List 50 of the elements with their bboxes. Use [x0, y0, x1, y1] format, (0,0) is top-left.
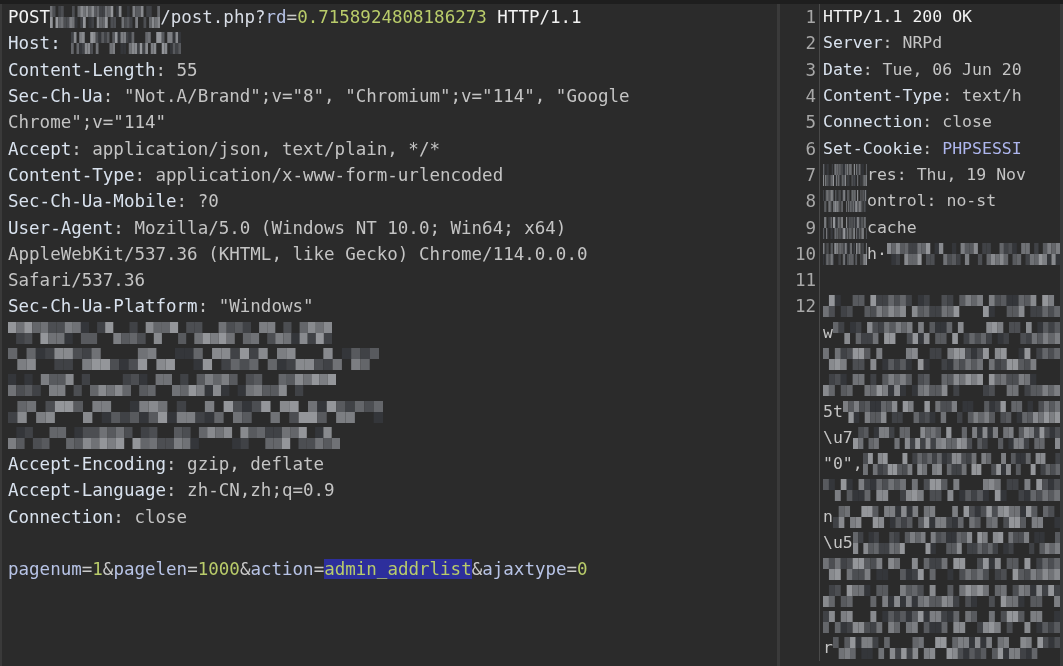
code-text: Content-Type: text/h [823, 85, 1022, 108]
code-text: res: Thu, 19 Nov [867, 163, 1026, 186]
code-text: w [823, 321, 833, 344]
code-text: r [823, 637, 833, 660]
code-text: Accept-Language: zh-CN,zh;q=0.9 [8, 479, 335, 502]
code-text: Content-Type: application/x-www-form-urlencoded [8, 163, 504, 186]
code-text: /post.php?rd=0.7158924808186273 HTTP/1.1 [160, 6, 582, 29]
code-text: Date: Tue, 06 Jun 20 [823, 58, 1022, 81]
line-number: 9 [805, 216, 816, 239]
code-text: Connection: close [8, 505, 188, 528]
redacted-block [823, 216, 867, 239]
code-text: POST [8, 6, 51, 29]
code-text: \u7 [823, 426, 853, 449]
code-text: Sec-Ch-Ua-Platform: "Windows" [8, 295, 314, 318]
code-text: "0", [823, 453, 863, 476]
code-text: 5t [823, 400, 843, 423]
redacted-block [823, 190, 867, 213]
code-text: Host: [8, 32, 62, 55]
code-text: Accept: application/json, text/plain, */* [8, 137, 440, 160]
redacted-block [823, 163, 867, 186]
code-text: \u5 [823, 532, 853, 555]
line-number: 5 [805, 111, 816, 134]
line-number: 3 [805, 58, 816, 81]
line-number: 2 [805, 32, 816, 55]
line-number: 8 [805, 190, 816, 213]
line-number: 6 [805, 137, 816, 160]
code-text: ontrol: no-st [867, 190, 997, 213]
code-text: pagenum=1&pagelen=1000&action=admin_addrlist&ajaxtype=0 [8, 558, 588, 581]
code-text: Sec-Ch-Ua-Mobile: ?0 [8, 190, 219, 213]
code-text: Chrome";v="114" [8, 111, 167, 134]
line-number: 10 [794, 242, 816, 265]
code-text: Connection: close [823, 111, 992, 134]
code-text: h· [867, 242, 887, 265]
code-text: HTTP/1.1 200 OK [823, 6, 972, 29]
code-text: User-Agent: Mozilla/5.0 (Windows NT 10.0; Win64; x64) [8, 216, 567, 239]
code-text: Server: NRPd [823, 32, 943, 55]
line-number: 11 [794, 269, 816, 292]
line-number: 12 [794, 295, 816, 318]
code-text: Accept-Encoding: gzip, deflate [8, 453, 325, 476]
code-text: Sec-Ch-Ua: "Not.A/Brand";v="8", "Chromium";v="114", "Google [8, 85, 630, 108]
redacted-block [823, 242, 867, 265]
line-number: 7 [805, 163, 816, 186]
code-text: Set-Cookie: PHPSESSI [823, 137, 1022, 160]
line-number: 1 [805, 6, 816, 29]
code-text: n [823, 505, 833, 528]
code-text: Safari/537.36 [8, 269, 145, 292]
code-text: cache [867, 216, 917, 239]
code-text: AppleWebKit/537.36 (KHTML, like Gecko) Chrome/114.0.0.0 [8, 242, 588, 265]
code-text: Content-Length: 55 [8, 58, 198, 81]
line-number: 4 [805, 85, 816, 108]
